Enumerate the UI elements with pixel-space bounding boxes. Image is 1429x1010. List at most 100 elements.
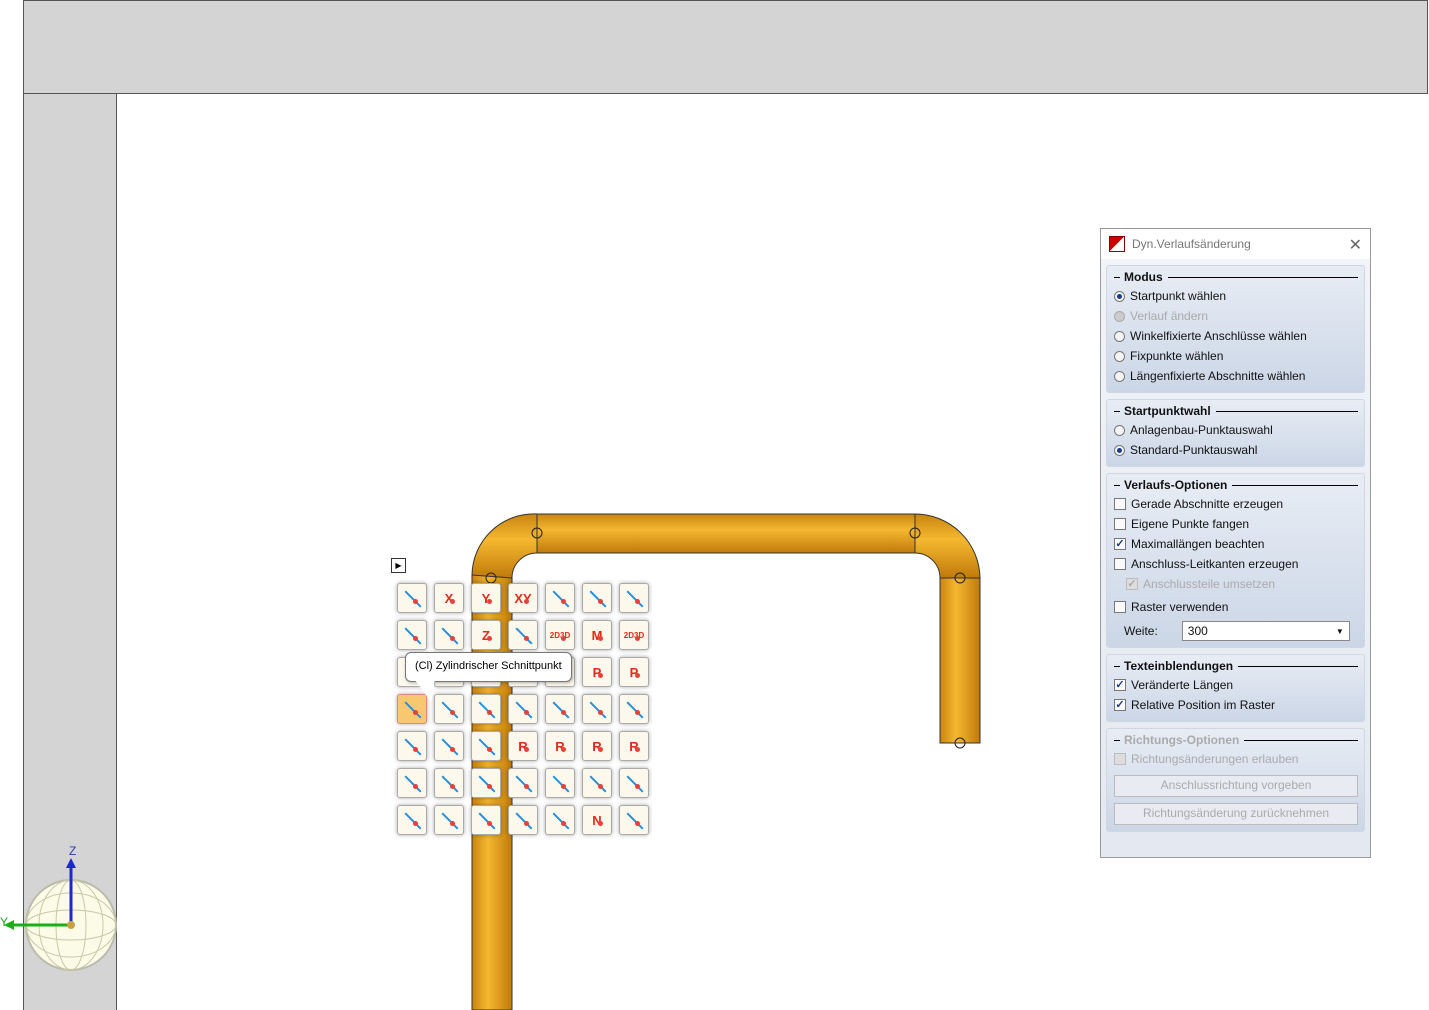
tool-calculator-icon[interactable] (508, 768, 538, 798)
group-heading: Modus (1114, 268, 1358, 286)
dyn-verlaufsaenderung-dialog: Dyn.Verlaufsänderung ✕ Modus Startpunkt w… (1100, 228, 1371, 858)
tool-angle-line-2-icon[interactable] (434, 768, 464, 798)
tool-relative-polar-icon[interactable]: R (545, 731, 575, 761)
tool-zoom-point-icon[interactable] (619, 694, 649, 724)
checkbox-icon: ✓ (1114, 699, 1126, 711)
group-heading: Texteinblendungen (1114, 657, 1358, 675)
z-axis-label: Z (69, 844, 76, 858)
radio-icon (1114, 370, 1125, 382)
option-label: Relative Position im Raster (1131, 698, 1276, 712)
checkbox-icon (1114, 518, 1126, 530)
tool-x-coordinate-icon[interactable]: X (434, 583, 464, 613)
tool-cube-center-icon[interactable] (434, 731, 464, 761)
pipe-horizontal[interactable] (536, 513, 916, 554)
richtungsaenderungen-checkbox[interactable]: Richtungsänderungen erlauben (1114, 749, 1358, 769)
tool-point-on-line-icon[interactable] (397, 583, 427, 613)
pin-toggle-icon[interactable]: ▶ (391, 558, 406, 573)
option-label: Maximallängen beachten (1131, 537, 1265, 551)
tool-line-points-icon[interactable] (619, 583, 649, 613)
y-axis-label: Y (0, 915, 8, 929)
option-label: Fixpunkte wählen (1130, 349, 1224, 363)
tool-midpoint-icon[interactable]: M (582, 620, 612, 650)
checkbox-option[interactable]: Gerade Abschnitte erzeugen (1114, 494, 1358, 514)
tool-axes-point-2-icon[interactable] (582, 583, 612, 613)
tool-plane-point-icon[interactable] (471, 805, 501, 835)
radio-option[interactable]: Verlauf ändern (1114, 306, 1358, 326)
group-texteinblendungen: Texteinblendungen ✓ Veränderte Längen ✓ Rela… (1106, 654, 1365, 722)
anschlussrichtung-button[interactable]: Anschlussrichtung vorgeben (1114, 775, 1358, 797)
checkbox-icon (1114, 498, 1126, 510)
tool-solid-center-icon[interactable] (471, 731, 501, 761)
tool-polar-x-icon[interactable]: P (582, 657, 612, 687)
tool-glyph: XY (514, 590, 532, 606)
tool-between-points-icon[interactable] (471, 768, 501, 798)
tool-xy-coordinate-icon[interactable]: XY (508, 583, 538, 613)
radio-option[interactable]: Standard-Punktauswahl (1114, 440, 1358, 460)
tool-ellipse-point-icon[interactable] (619, 805, 649, 835)
tool-relative-point-icon[interactable]: R (508, 731, 538, 761)
tool-crosshair-doc-icon[interactable] (508, 805, 538, 835)
tool-circle-center-icon[interactable] (582, 768, 612, 798)
tool-angle-point-icon[interactable] (582, 694, 612, 724)
pipe-vertical-right[interactable] (939, 577, 981, 744)
radio-icon (1114, 424, 1125, 436)
tool-point-2d3d-icon[interactable]: 2D3D (619, 620, 649, 650)
weite-label: Weite: (1124, 624, 1158, 638)
checkbox-option[interactable]: Anschluss-Leitkanten erzeugen (1114, 554, 1358, 574)
tool-cursor-point-icon[interactable] (508, 694, 538, 724)
tool-axes-point-icon[interactable] (545, 583, 575, 613)
pipe-elbow-left[interactable] (471, 513, 538, 579)
tool-plane-projection-icon[interactable] (397, 731, 427, 761)
dialog-titlebar[interactable]: Dyn.Verlaufsänderung (1101, 229, 1370, 259)
tool-north-point-icon[interactable]: N (582, 805, 612, 835)
checkbox-icon: ✓ (1114, 538, 1126, 550)
tool-circle-quadrants-icon[interactable] (619, 768, 649, 798)
group-verlaufs-optionen: Verlaufs-Optionen Gerade Abschnitte erzeu… (1106, 473, 1365, 648)
tool-glyph: 2D3D (549, 630, 571, 640)
option-label: Startpunkt wählen (1130, 289, 1227, 303)
weite-dropdown[interactable]: 300 ▼ (1181, 621, 1350, 641)
radio-option[interactable]: Anlagenbau-Punktauswahl (1114, 420, 1358, 440)
tool-y-coordinate-icon[interactable]: Y (471, 583, 501, 613)
tool-plane-intersection-icon[interactable] (545, 805, 575, 835)
checkbox-option[interactable]: ✓ Maximallängen beachten (1114, 534, 1358, 554)
option-label: Eigene Punkte fangen (1131, 517, 1250, 531)
tool-z-coordinate-icon[interactable]: Z (471, 620, 501, 650)
radio-option[interactable]: Fixpunkte wählen (1114, 346, 1358, 366)
pipe-elbow-right[interactable] (914, 513, 981, 579)
tool-polar-y-icon[interactable]: P (619, 657, 649, 687)
radio-option[interactable]: Längenfixierte Abschnitte wählen (1114, 366, 1358, 386)
group-heading: Verlaufs-Optionen (1114, 476, 1358, 494)
checkbox-option[interactable]: ✓ Relative Position im Raster (1114, 695, 1358, 715)
tool-point-list-icon[interactable] (397, 805, 427, 835)
radio-icon (1114, 310, 1125, 322)
option-label: Winkelfixierte Anschlüsse wählen (1130, 329, 1307, 343)
tool-circle-point-icon[interactable] (397, 620, 427, 650)
richtungsaenderung-zuruecknehmen-button[interactable]: Richtungsänderung zurücknehmen (1114, 803, 1358, 825)
radio-option[interactable]: Startpunkt wählen (1114, 286, 1358, 306)
group-heading: Startpunktwahl (1114, 402, 1358, 420)
radio-option[interactable]: Winkelfixierte Anschlüsse wählen (1114, 326, 1358, 346)
checkbox-option[interactable]: Raster verwenden (1114, 597, 1358, 617)
axis-gizmo[interactable]: Z Y (0, 840, 120, 980)
tool-face-point-icon[interactable] (545, 768, 575, 798)
tool-angle-line-icon[interactable] (397, 768, 427, 798)
chevron-down-icon: ▼ (1335, 626, 1344, 636)
close-icon[interactable]: ✕ (1349, 235, 1362, 255)
tool-intersection-2d3d-icon[interactable]: 2D3D (545, 620, 575, 650)
checkbox-icon (1114, 753, 1126, 765)
tool-relative-polar-y-icon[interactable]: R (619, 731, 649, 761)
tool-center-arrows-icon[interactable] (508, 620, 538, 650)
tool-arc-points-icon[interactable] (471, 694, 501, 724)
checkbox-option[interactable]: ✓ Veränderte Längen (1114, 675, 1358, 695)
option-label: Anlagenbau-Punktauswahl (1130, 423, 1273, 437)
checkbox-icon (1114, 558, 1126, 570)
tool-relative-polar-x-icon[interactable]: R (582, 731, 612, 761)
tool-dimension-point-icon[interactable] (434, 805, 464, 835)
checkbox-option[interactable]: Eigene Punkte fangen (1114, 514, 1358, 534)
tool-line-offset-icon[interactable] (434, 620, 464, 650)
option-label: Anschluss-Leitkanten erzeugen (1131, 557, 1299, 571)
radio-icon (1114, 290, 1125, 302)
checkbox-option[interactable]: ✓ Anschlussteile umsetzen (1114, 574, 1358, 594)
tool-line-intersection-icon[interactable] (545, 694, 575, 724)
